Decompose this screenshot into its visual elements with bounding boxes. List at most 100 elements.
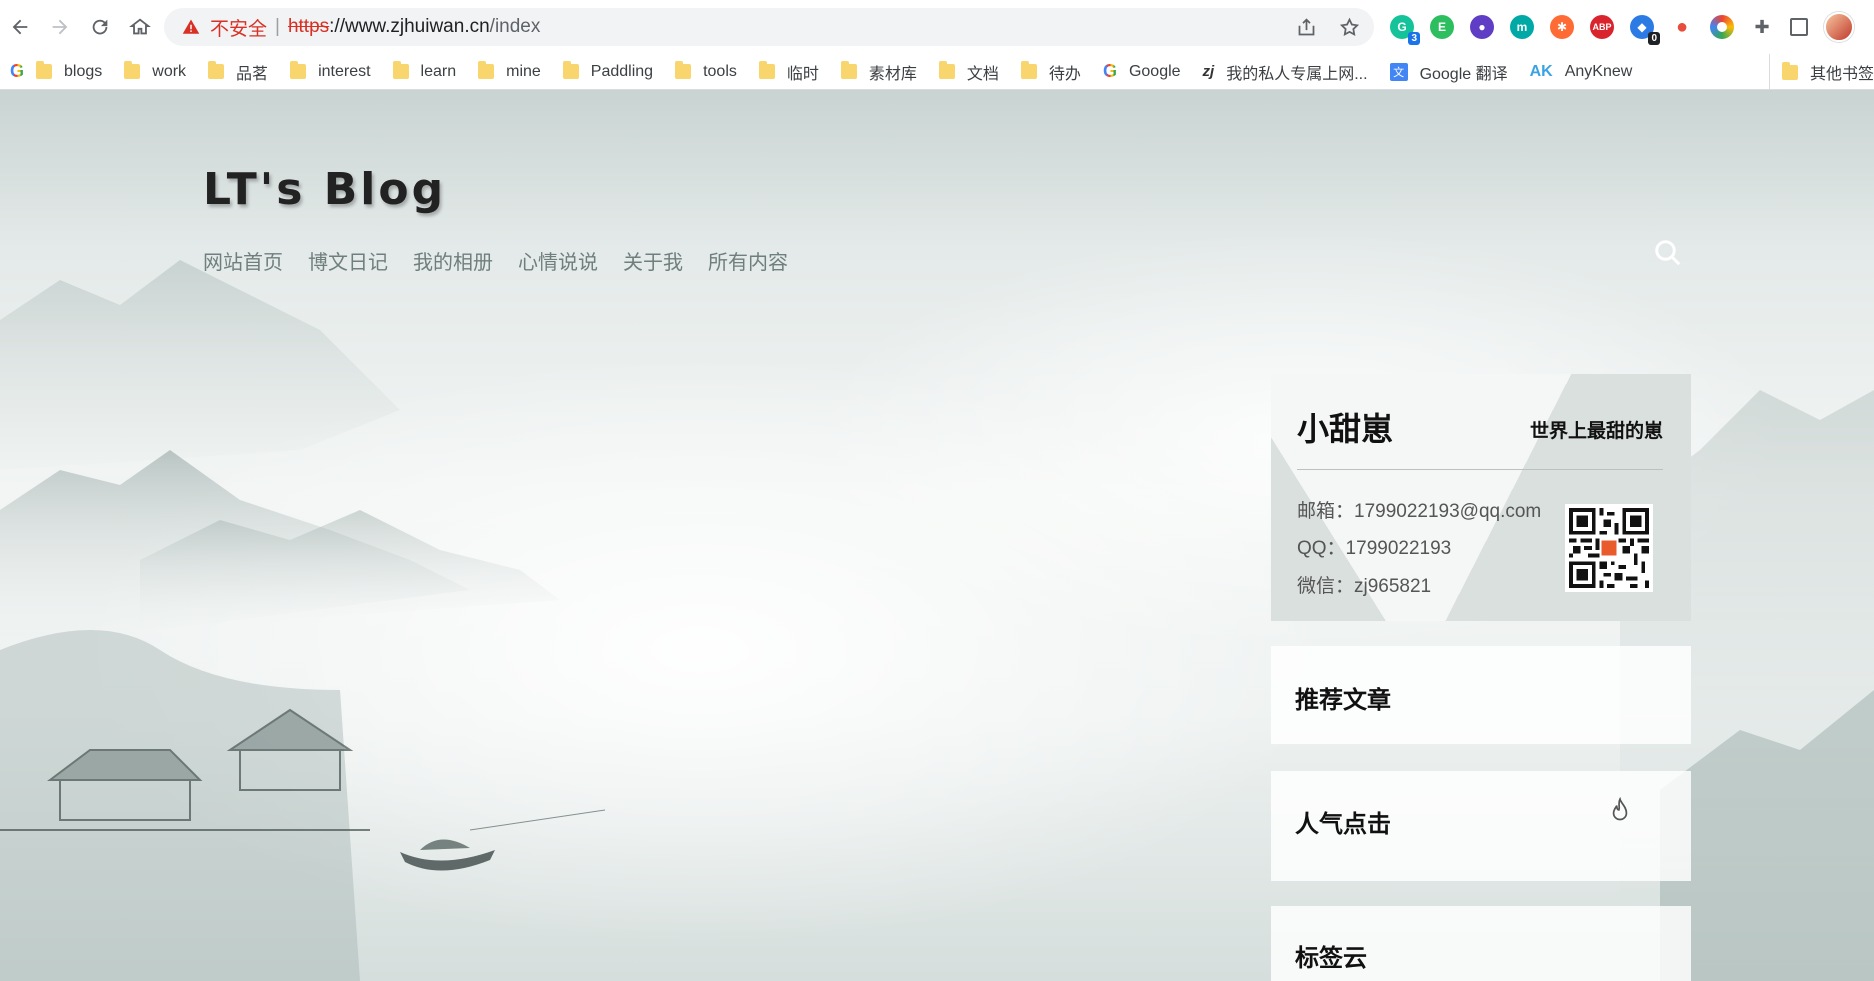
- home-button[interactable]: [120, 7, 160, 47]
- anyknew-icon: AK: [1529, 62, 1553, 80]
- bookmarks-bar: G blogs work 品茗 interest learn mine Padd…: [0, 54, 1874, 90]
- folder-icon: [938, 61, 955, 79]
- extensions-bar: G3 E ● m ✱ ABP ◆ 0 ● ✚: [1390, 8, 1854, 46]
- section-title: 标签云: [1295, 945, 1367, 972]
- url-path: /index: [489, 16, 541, 37]
- bookmark-folder-docs[interactable]: 文档: [938, 60, 999, 84]
- bookmark-folder-todo[interactable]: 待办: [1020, 60, 1081, 84]
- search-icon: [1655, 240, 1681, 266]
- address-bar[interactable]: 不安全 | https://www.zjhuiwan.cn/index: [164, 8, 1374, 46]
- orange-extension-icon[interactable]: ✱: [1550, 15, 1574, 39]
- bookmark-label: work: [152, 62, 187, 80]
- nav-album[interactable]: 我的相册: [413, 246, 493, 275]
- folder-icon: [562, 61, 579, 79]
- profile-motto: 世界上最甜的崽: [1529, 421, 1663, 442]
- bookmark-zj[interactable]: zj 我的私人专属上网...: [1203, 60, 1368, 84]
- site-title[interactable]: LT's Blog: [203, 164, 446, 215]
- nav-blog-diary[interactable]: 博文日记: [308, 246, 388, 275]
- m-extension-icon[interactable]: m: [1510, 15, 1534, 39]
- popular-clicks-card: 人气点击: [1271, 771, 1691, 881]
- bookmark-label: blogs: [64, 62, 103, 80]
- grammarly-icon[interactable]: G3: [1390, 15, 1420, 45]
- red-drop-icon[interactable]: ●: [1670, 15, 1694, 39]
- other-bookmarks-folder[interactable]: 其他书签: [1768, 54, 1874, 89]
- profile-name: 小甜崽: [1297, 411, 1394, 447]
- contact-wechat: 微信：zj965821: [1297, 576, 1432, 597]
- url-scheme: https: [287, 16, 330, 37]
- side-panel-icon[interactable]: [1790, 18, 1808, 36]
- search-button[interactable]: [1645, 230, 1691, 276]
- bookmark-folder-learn[interactable]: learn: [392, 61, 457, 81]
- bookmark-star-icon[interactable]: [1339, 17, 1360, 38]
- bookmark-label: 素材库: [868, 65, 917, 83]
- blog-page: LT's Blog 网站首页 博文日记 我的相册 心情说说 关于我 所有内容 小…: [0, 90, 1874, 981]
- bookmark-label: learn: [420, 62, 457, 80]
- bookmark-label: 其他书签: [1809, 66, 1874, 83]
- security-status[interactable]: 不安全: [210, 14, 267, 41]
- qr-code-icon: [1569, 508, 1649, 588]
- zj-logo-icon: zj: [1202, 63, 1215, 80]
- evernote-icon[interactable]: E: [1430, 15, 1454, 39]
- url-host: ://www.zjhuiwan.cn: [329, 16, 490, 37]
- bookmark-label: AnyKnew: [1564, 62, 1633, 80]
- translate-icon: 文: [1389, 62, 1408, 81]
- navigation-buttons: [0, 7, 160, 47]
- bookmark-folder-temp[interactable]: 临时: [758, 60, 819, 84]
- bookmark-label: 临时: [786, 65, 819, 83]
- bookmark-label: 待办: [1048, 65, 1081, 83]
- bookmark-folder-paddling[interactable]: Paddling: [562, 61, 653, 81]
- folder-icon: [36, 61, 53, 79]
- section-title: 推荐文章: [1295, 687, 1391, 714]
- folder-icon: [208, 61, 225, 79]
- nav-about[interactable]: 关于我: [623, 246, 683, 275]
- main-navigation: 网站首页 博文日记 我的相册 心情说说 关于我 所有内容: [203, 246, 788, 275]
- folder-icon: [1781, 61, 1798, 80]
- bookmark-folder-mine[interactable]: mine: [478, 61, 541, 81]
- bookmark-label: Google: [1128, 62, 1181, 80]
- nav-home[interactable]: 网站首页: [203, 246, 283, 275]
- screen-recorder-icon[interactable]: ●: [1470, 15, 1494, 39]
- blue-tool-icon[interactable]: ◆ 0: [1630, 15, 1660, 45]
- google-apps-icon[interactable]: G: [10, 61, 24, 82]
- tag-cloud-card: 标签云: [1271, 906, 1691, 981]
- fire-icon: [1612, 797, 1628, 821]
- folder-icon: [290, 61, 307, 79]
- bookmark-folder-work[interactable]: work: [124, 61, 187, 81]
- reload-button[interactable]: [80, 7, 120, 47]
- bookmark-label: tools: [703, 62, 737, 80]
- home-icon: [129, 18, 151, 35]
- warning-icon[interactable]: [182, 18, 200, 36]
- forward-button[interactable]: [40, 7, 80, 47]
- nav-all-content[interactable]: 所有内容: [708, 246, 788, 275]
- reload-icon: [92, 19, 108, 35]
- bookmark-google[interactable]: G Google: [1103, 61, 1181, 82]
- bookmark-anyknew[interactable]: AK AnyKnew: [1530, 63, 1633, 81]
- share-icon[interactable]: [1296, 17, 1317, 38]
- bookmark-label: Google 翻译: [1419, 65, 1508, 83]
- contact-email: 邮箱：1799022193@qq.com: [1297, 501, 1542, 522]
- puzzle-extensions-icon[interactable]: ✚: [1750, 15, 1774, 39]
- bookmark-folder-interest[interactable]: interest: [290, 61, 371, 81]
- adblock-plus-icon[interactable]: ABP: [1590, 15, 1614, 39]
- back-button[interactable]: [0, 7, 40, 47]
- bookmark-folder-assets[interactable]: 素材库: [840, 60, 917, 84]
- divider: [1297, 469, 1663, 470]
- profile-avatar[interactable]: [1824, 12, 1854, 42]
- bookmark-folder-tools[interactable]: tools: [675, 61, 737, 81]
- qr-code: [1565, 504, 1653, 592]
- folder-icon: [758, 61, 775, 79]
- bookmark-folder-pinming[interactable]: 品茗: [208, 60, 268, 84]
- omnibox-actions: [1296, 8, 1360, 46]
- arrow-right-icon: [52, 19, 68, 35]
- bookmark-label: 我的私人专属上网...: [1226, 65, 1368, 83]
- bookmark-label: 品茗: [236, 65, 269, 83]
- profile-card: 小甜崽 世界上最甜的崽 邮箱：1799022193@qq.com QQ：1799…: [1271, 374, 1691, 621]
- folder-icon: [675, 61, 692, 79]
- recommended-articles-card: 推荐文章: [1271, 646, 1691, 744]
- colorful-ring-icon[interactable]: [1710, 15, 1734, 39]
- bookmark-google-translate[interactable]: 文 Google 翻译: [1389, 60, 1508, 84]
- bookmark-folder-blogs[interactable]: blogs: [36, 61, 103, 81]
- nav-mood[interactable]: 心情说说: [518, 246, 598, 275]
- bookmark-label: interest: [318, 62, 371, 80]
- google-icon: G: [1102, 61, 1117, 81]
